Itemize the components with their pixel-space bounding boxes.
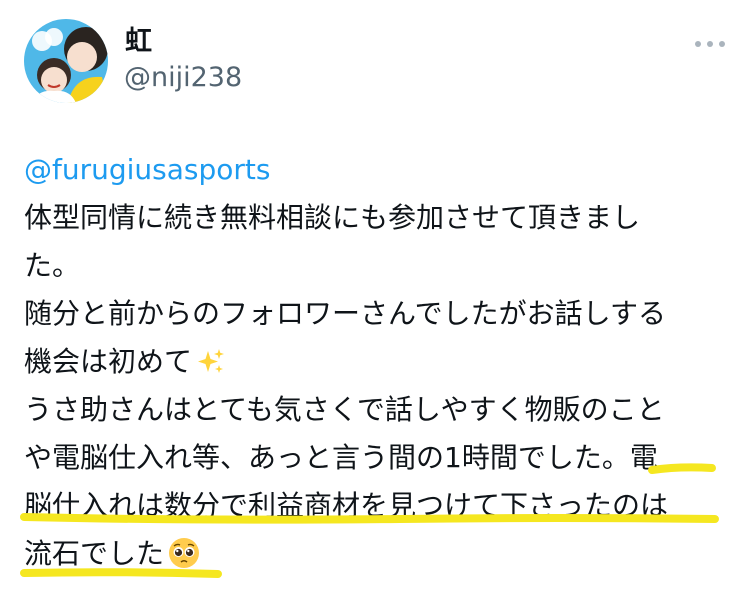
avatar-image [24, 19, 108, 103]
tweet-line: た。 [24, 249, 81, 282]
tweet-line: 流石でした [24, 537, 165, 570]
more-horizontal-icon [695, 41, 701, 47]
more-options-button[interactable] [690, 30, 730, 58]
tweet-line: 体型同情に続き無料相談にも参加させて頂きまし [24, 201, 641, 234]
sparkles-icon [196, 344, 226, 392]
pleading-face-icon [168, 536, 200, 584]
tweet-line: 随分と前からのフォロワーさんでしたがお話しする [24, 297, 667, 330]
avatar[interactable] [24, 19, 108, 103]
tweet-line: 機会は初めて [24, 345, 193, 378]
mention-link[interactable]: @furugiusasports [24, 153, 270, 186]
tweet-text: @furugiusasports 体型同情に続き無料相談にも参加させて頂きまし … [24, 146, 734, 578]
tweet-line: や電脳仕入れ等、あっと言う間の1時間でした。電 [24, 441, 658, 474]
tweet-line: 脳仕入れは数分で利益商材を見つけて下さったのは [24, 489, 669, 522]
user-handle[interactable]: @niji238 [124, 62, 242, 94]
display-name[interactable]: 虹 [125, 26, 152, 58]
tweet-line: うさ助さんはとても気さくで話しやすく物販のこと [24, 393, 665, 426]
